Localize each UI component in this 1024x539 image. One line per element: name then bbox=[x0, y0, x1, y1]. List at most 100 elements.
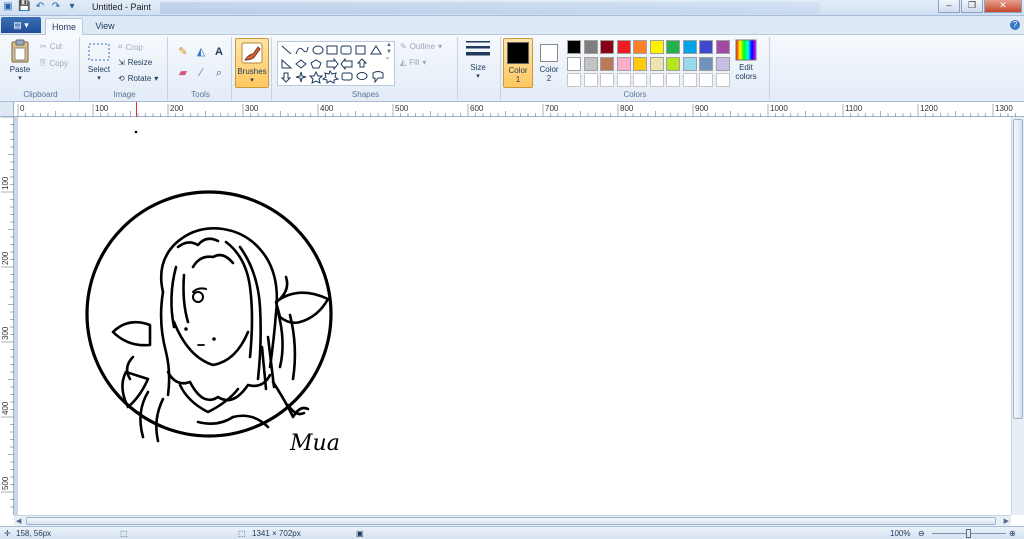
palette-swatch[interactable] bbox=[666, 40, 680, 54]
palette-custom-slot[interactable] bbox=[666, 73, 680, 87]
palette-swatch[interactable] bbox=[715, 56, 730, 71]
color1-button[interactable]: Color 1 bbox=[503, 38, 533, 88]
clipboard-group: Paste ▾ ✂ Cut ⎘ Copy Clipboard bbox=[2, 37, 80, 100]
palette-swatch[interactable] bbox=[682, 40, 697, 54]
palette-swatch[interactable] bbox=[649, 56, 664, 71]
vertical-scroll-thumb[interactable] bbox=[1013, 119, 1023, 419]
palette-custom-slot[interactable] bbox=[633, 73, 647, 87]
tools-group-label: Tools bbox=[191, 90, 210, 99]
resize-label: Resize bbox=[127, 58, 153, 67]
close-button[interactable]: ✕ bbox=[984, 0, 1022, 13]
shapes-group-label: Shapes bbox=[351, 90, 380, 99]
palette-swatch[interactable] bbox=[583, 56, 598, 71]
text-icon[interactable]: A bbox=[210, 43, 228, 61]
crop-button[interactable]: ⌗ Crop bbox=[118, 42, 143, 52]
palette-swatch[interactable] bbox=[715, 40, 730, 54]
palette-custom-slot[interactable] bbox=[682, 73, 697, 87]
image-size-icon: ⬚ bbox=[238, 529, 246, 538]
fill-label: Fill bbox=[409, 58, 420, 67]
save-icon[interactable]: 💾 bbox=[18, 1, 30, 13]
palette-swatch[interactable] bbox=[567, 56, 581, 71]
eraser-icon[interactable]: ▰ bbox=[174, 64, 192, 82]
palette-custom-slot[interactable] bbox=[649, 73, 664, 87]
palette-custom-slot[interactable] bbox=[699, 73, 713, 87]
line-size-icon bbox=[466, 41, 490, 56]
edit-colors-label-line2: colors bbox=[735, 72, 757, 81]
select-dropdown-icon[interactable]: ▾ bbox=[84, 74, 114, 82]
fill-button[interactable]: ◭ Fill ▾ bbox=[400, 58, 426, 67]
paste-label: Paste bbox=[9, 65, 31, 74]
palette-custom-slot[interactable] bbox=[715, 73, 730, 87]
palette-swatch[interactable] bbox=[633, 56, 647, 71]
zoom-in-icon[interactable]: ⊕ bbox=[1009, 529, 1016, 538]
outline-button[interactable]: ✎ Outline ▾ bbox=[400, 42, 442, 51]
palette-swatch[interactable] bbox=[633, 40, 647, 54]
rotate-button[interactable]: ⟲ Rotate ▾ bbox=[118, 74, 158, 83]
palette-swatch[interactable] bbox=[600, 40, 614, 54]
palette-swatch[interactable] bbox=[682, 56, 697, 71]
shapes-gallery[interactable] bbox=[277, 41, 395, 86]
copy-label: Copy bbox=[49, 58, 69, 68]
color1-swatch bbox=[507, 42, 529, 64]
zoom-out-icon[interactable]: ⊖ bbox=[918, 529, 925, 538]
tab-view[interactable]: View bbox=[88, 18, 122, 35]
maximize-button[interactable]: ❐ bbox=[961, 0, 983, 13]
paste-icon bbox=[11, 39, 29, 63]
select-button[interactable]: Select ▾ bbox=[84, 41, 114, 82]
rotate-label: Rotate bbox=[127, 74, 152, 83]
pencil-icon[interactable]: ✎ bbox=[174, 43, 192, 61]
magnifier-icon[interactable]: ⌕ bbox=[210, 64, 228, 82]
scroll-right-arrow-icon[interactable]: ▶ bbox=[1004, 517, 1009, 525]
cursor-position-icon: ✛ bbox=[4, 529, 11, 538]
paste-button[interactable]: Paste ▾ bbox=[6, 39, 34, 82]
minimize-button[interactable]: – bbox=[938, 0, 960, 13]
palette-custom-slot[interactable] bbox=[583, 73, 598, 87]
color2-button[interactable]: Color 2 bbox=[535, 39, 563, 83]
size-dropdown-icon: ▾ bbox=[476, 73, 480, 80]
resize-icon: ⇲ bbox=[118, 58, 125, 67]
copy-icon: ⎘ bbox=[40, 58, 47, 67]
brushes-button[interactable]: Brushes ▾ bbox=[235, 38, 269, 88]
palette-swatch[interactable] bbox=[699, 40, 713, 54]
ruler-label: 1300 bbox=[995, 104, 1013, 113]
palette-swatch[interactable] bbox=[649, 40, 664, 54]
horizontal-scrollbar[interactable]: ◀ ▶ bbox=[14, 515, 1011, 526]
palette-swatch[interactable] bbox=[567, 40, 581, 54]
palette-swatch[interactable] bbox=[699, 56, 713, 71]
zoom-slider-thumb[interactable] bbox=[966, 529, 971, 538]
tab-home[interactable]: Home bbox=[45, 18, 83, 35]
scroll-left-arrow-icon[interactable]: ◀ bbox=[16, 517, 21, 525]
color-picker-icon[interactable]: ⁄ bbox=[192, 64, 210, 82]
paste-dropdown-icon[interactable]: ▾ bbox=[6, 74, 34, 82]
shapes-scroll-arrows[interactable]: ▲ ▼ ▿ bbox=[386, 42, 392, 63]
palette-swatch[interactable] bbox=[616, 56, 631, 71]
redo-icon[interactable]: ↷ bbox=[50, 1, 62, 13]
cut-button[interactable]: ✂ Cut bbox=[40, 42, 62, 51]
vertical-scrollbar[interactable] bbox=[1011, 117, 1024, 515]
palette-custom-slot[interactable] bbox=[567, 73, 581, 87]
crop-icon: ⌗ bbox=[118, 42, 123, 51]
color2-swatch bbox=[540, 44, 558, 62]
palette-swatch[interactable] bbox=[666, 56, 680, 71]
horizontal-scroll-thumb[interactable] bbox=[26, 517, 996, 525]
palette-custom-slot[interactable] bbox=[600, 73, 614, 87]
window-title: Untitled - Paint bbox=[92, 2, 152, 12]
customize-toolbar-icon[interactable]: ▾ bbox=[66, 1, 78, 13]
size-button[interactable]: Size ▾ bbox=[462, 39, 494, 80]
ruler-label: 600 bbox=[470, 104, 484, 113]
file-menu-button[interactable]: ▤ ▾ bbox=[1, 17, 41, 33]
fill-bucket-icon[interactable]: ◭ bbox=[192, 43, 210, 61]
copy-button[interactable]: ⎘ Copy bbox=[40, 58, 68, 68]
help-icon[interactable]: ? bbox=[1010, 20, 1020, 30]
palette-swatch[interactable] bbox=[583, 40, 598, 54]
title-bar: ▣ 💾 ↶ ↷ ▾ Untitled - Paint – ❐ ✕ bbox=[0, 0, 1024, 16]
resize-button[interactable]: ⇲ Resize bbox=[118, 58, 152, 67]
palette-swatch[interactable] bbox=[600, 56, 614, 71]
undo-icon[interactable]: ↶ bbox=[34, 1, 46, 13]
canvas-area[interactable]: Mua bbox=[14, 117, 1011, 515]
color1-number: 1 bbox=[515, 75, 521, 84]
drawing-canvas[interactable]: Mua bbox=[18, 117, 1011, 515]
palette-swatch[interactable] bbox=[616, 40, 631, 54]
edit-colors-button[interactable]: Edit colors bbox=[731, 39, 761, 81]
palette-custom-slot[interactable] bbox=[616, 73, 631, 87]
